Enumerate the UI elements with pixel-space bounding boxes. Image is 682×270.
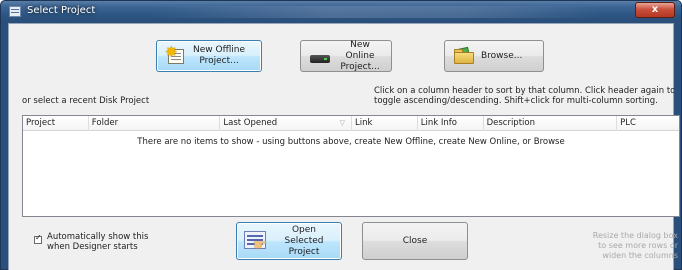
open-selected-label: Open Selected Project (273, 225, 335, 258)
browse-button[interactable]: Browse... (444, 40, 544, 72)
column-header-link-info[interactable]: Link Info (418, 116, 484, 131)
sort-hint-line2: toggle ascending/descending. Shift+click… (374, 96, 658, 106)
new-offline-project-label: New Offline Project... (193, 45, 245, 67)
column-header-plc[interactable]: PLC (617, 116, 679, 131)
close-button[interactable]: Close (362, 222, 468, 260)
new-online-project-label: New Online Project... (337, 40, 383, 73)
title-bar-glass (151, 6, 601, 18)
column-header-description[interactable]: Description (484, 116, 618, 131)
resize-hint: Resize the dialog box to see more rows o… (592, 231, 678, 260)
table-empty-message: There are no items to show - using butto… (137, 137, 565, 147)
sort-hint: Click on a column header to sort by that… (374, 86, 674, 106)
last-opened-label: Last Opened (223, 118, 278, 128)
sort-hint-line1: Click on a column header to sort by that… (374, 86, 674, 96)
new-offline-label-line1: New Offline (193, 45, 246, 55)
window-close-button[interactable]: x (635, 2, 675, 18)
column-header-link[interactable]: Link (352, 116, 418, 131)
recent-projects-label: or select a recent Disk Project (22, 96, 150, 106)
sort-indicator-icon: ▽ (339, 119, 345, 127)
auto-show-checkbox[interactable] (34, 233, 42, 244)
new-online-project-button[interactable]: New Online Project... (300, 40, 392, 72)
new-offline-project-button[interactable]: ✸ New Offline Project... (156, 40, 262, 72)
pointer-hand-icon: ☛ (253, 235, 268, 254)
auto-show-label-line1: Automatically show this (47, 232, 149, 242)
window-title: Select Project (27, 5, 96, 16)
app-icon (9, 6, 21, 17)
new-online-label-line1: New Online (345, 39, 375, 61)
online-drive-icon (309, 46, 331, 66)
open-folder-icon (453, 46, 475, 66)
project-list-icon: ☛ (243, 229, 269, 254)
column-header-folder[interactable]: Folder (89, 116, 221, 131)
new-offline-label-line2: Project... (199, 56, 239, 66)
open-selected-label-line2: Project (288, 246, 320, 257)
recent-projects-table[interactable]: Project Folder Last Opened ▽ Link Link I… (22, 115, 680, 217)
new-online-label-line2: Project... (340, 61, 380, 72)
open-selected-label-line1: Open Selected (284, 224, 324, 246)
title-bar[interactable]: Select Project x (1, 1, 681, 23)
browse-label: Browse... (481, 50, 523, 61)
column-header-last-opened[interactable]: Last Opened ▽ (220, 116, 352, 131)
open-selected-project-button[interactable]: ☛ Open Selected Project (236, 222, 342, 260)
column-header-project[interactable]: Project (23, 116, 89, 131)
new-project-star-icon: ✸ (165, 43, 187, 66)
auto-show-label[interactable]: Automatically show this when Designer st… (47, 232, 148, 252)
auto-show-label-line2: when Designer starts (47, 242, 138, 252)
table-header-row: Project Folder Last Opened ▽ Link Link I… (23, 116, 679, 131)
